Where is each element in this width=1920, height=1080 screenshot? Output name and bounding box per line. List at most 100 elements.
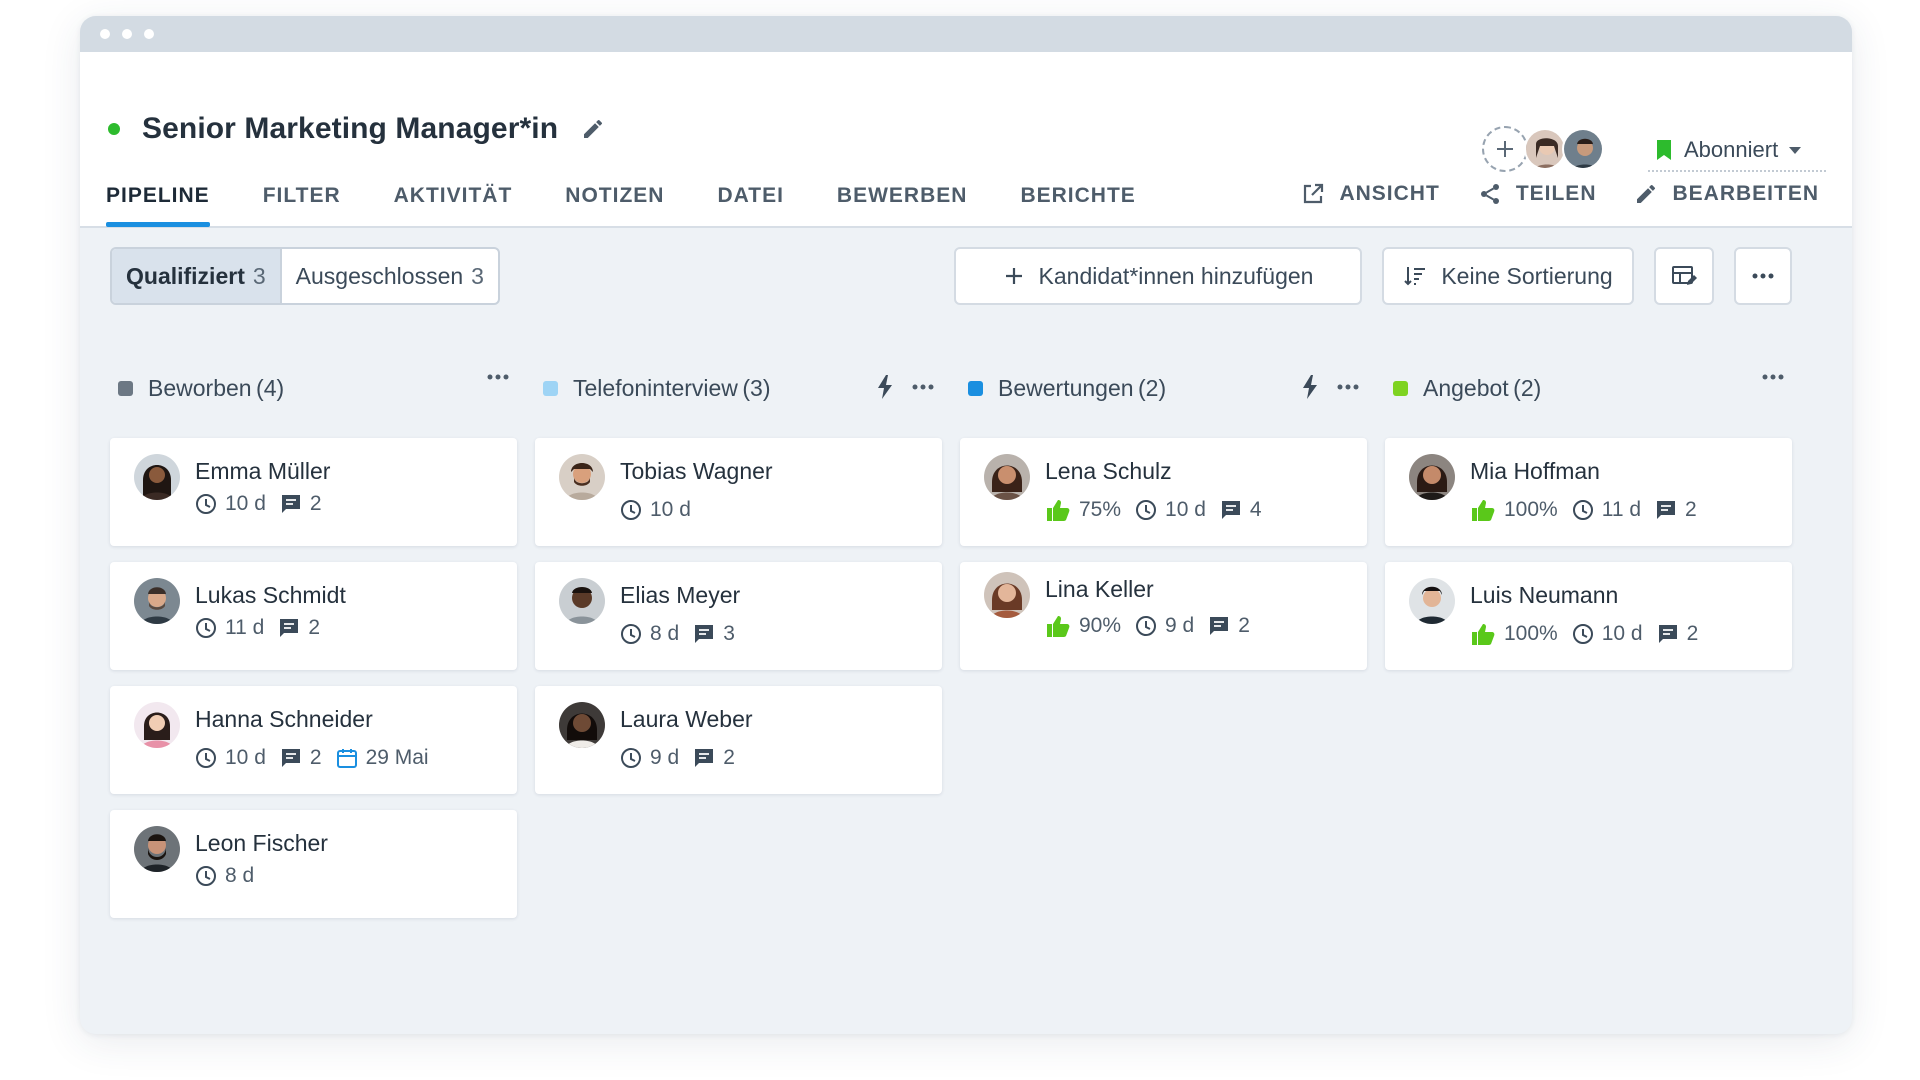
clock-icon <box>621 748 641 768</box>
comment-value: 2 <box>1686 622 1699 645</box>
plus-icon <box>1005 268 1022 284</box>
candidate-meta: 100% 11 d 2 <box>1470 498 1697 522</box>
candidate-name: Luis Neumann <box>1470 582 1619 608</box>
candidate-avatar <box>559 454 605 500</box>
candidate-meta: 10 d <box>620 498 691 522</box>
stage-header: Bewertungen (2) <box>960 366 1367 410</box>
tab-apply[interactable]: BEWERBEN <box>837 170 968 226</box>
tab-pipeline[interactable]: PIPELINE <box>106 170 210 227</box>
evaluation-score: 75% <box>1045 498 1121 522</box>
lightning-icon[interactable] <box>876 374 894 400</box>
time-in-stage: 11 d <box>195 616 264 640</box>
add-team-member-button[interactable] <box>1482 126 1528 172</box>
candidate-card[interactable]: Lina Keller 90% 9 d 2 <box>960 562 1367 670</box>
evaluation-score: 90% <box>1045 614 1121 638</box>
add-candidates-button[interactable]: Kandidat*innen hinzufügen <box>954 247 1362 305</box>
candidate-card[interactable]: Emma Müller 10 d 2 <box>110 438 517 546</box>
candidate-name: Lina Keller <box>1045 576 1154 602</box>
share-button[interactable]: TEILEN <box>1478 182 1597 206</box>
stage-color-swatch <box>543 380 558 396</box>
candidate-meta: 75% 10 d 4 <box>1045 498 1262 522</box>
qualification-toggle: Qualifiziert 3 Ausgeschlossen 3 <box>110 247 500 305</box>
candidate-meta: 10 d 2 29 Mai <box>195 746 429 770</box>
score-value: 100% <box>1504 622 1558 645</box>
stage-color-swatch <box>968 380 983 396</box>
edit-job-button[interactable]: BEARBEITEN <box>1634 182 1819 206</box>
external-link-icon <box>1304 183 1324 204</box>
candidate-card[interactable]: Luis Neumann 100% 10 d 2 <box>1385 562 1792 670</box>
team-member-avatar[interactable] <box>1524 128 1566 170</box>
stage-column-offer: Angebot (2) Mia Hoffman 100% 11 d 2 Luis… <box>1385 366 1792 934</box>
date-value: 29 Mai <box>365 746 429 769</box>
time-in-stage: 10 d <box>1572 622 1643 646</box>
tab-filter[interactable]: FILTER <box>263 170 341 226</box>
comment-icon <box>695 749 714 767</box>
time-in-stage: 10 d <box>1135 498 1206 522</box>
candidate-card[interactable]: Lena Schulz 75% 10 d 4 <box>960 438 1367 546</box>
scheduled-date: 29 Mai <box>336 746 429 770</box>
stage-actions <box>487 374 509 380</box>
comment-icon <box>1221 501 1240 519</box>
edit-title-pencil-icon[interactable] <box>578 114 608 144</box>
thumbs-up-green-icon <box>1472 500 1495 521</box>
stage-column-applied: Beworben (4) Emma Müller 10 d 2 Lukas Sc… <box>110 366 517 934</box>
comment-icon <box>281 495 300 513</box>
title-row: Senior Marketing Manager*in <box>108 112 608 146</box>
qualified-toggle[interactable]: Qualifiziert 3 <box>112 249 282 303</box>
table-view-button[interactable] <box>1654 247 1714 305</box>
comment-value: 2 <box>308 616 321 639</box>
candidate-name: Elias Meyer <box>620 582 741 608</box>
stage-title: Bewertungen <box>998 374 1134 401</box>
candidate-meta: 9 d 2 <box>620 746 735 770</box>
clock-icon <box>196 748 216 768</box>
candidate-avatar <box>134 454 180 500</box>
view-button[interactable]: ANSICHT <box>1301 182 1439 206</box>
pipeline-board: Beworben (4) Emma Müller 10 d 2 Lukas Sc… <box>110 366 1792 934</box>
thumbs-up-green-icon <box>1047 500 1070 521</box>
stage-header: Telefoninterview (3) <box>535 366 942 410</box>
stage-count: (2) <box>1138 374 1167 401</box>
stage-color-swatch <box>1393 380 1408 396</box>
candidate-meta: 100% 10 d 2 <box>1470 622 1698 646</box>
app-window: Senior Marketing Manager*in Abonniert PI… <box>80 16 1852 1034</box>
share-label: TEILEN <box>1515 182 1597 205</box>
job-tabs: PIPELINE FILTER AKTIVITÄT NOTIZEN DATEI … <box>106 170 1189 227</box>
candidate-card[interactable]: Mia Hoffman 100% 11 d 2 <box>1385 438 1792 546</box>
excluded-toggle[interactable]: Ausgeschlossen 3 <box>282 249 498 303</box>
candidate-card[interactable]: Laura Weber 9 d 2 <box>535 686 942 794</box>
tab-notes[interactable]: NOTIZEN <box>565 170 664 226</box>
stage-actions <box>1301 374 1359 400</box>
more-horizontal-icon[interactable] <box>912 384 934 390</box>
candidate-card[interactable]: Elias Meyer 8 d 3 <box>535 562 942 670</box>
candidate-meta: 8 d 3 <box>620 622 735 646</box>
more-options-button[interactable] <box>1734 247 1792 305</box>
candidate-avatar <box>134 702 180 748</box>
candidate-card[interactable]: Tobias Wagner 10 d <box>535 438 942 546</box>
tab-activity[interactable]: AKTIVITÄT <box>394 170 513 226</box>
clock-icon <box>196 866 216 886</box>
team-member-avatar[interactable] <box>1562 128 1604 170</box>
stage-header: Angebot (2) <box>1385 366 1792 410</box>
more-horizontal-icon[interactable] <box>1762 374 1784 380</box>
add-candidates-label: Kandidat*innen hinzufügen <box>1038 262 1314 289</box>
candidate-card[interactable]: Leon Fischer 8 d <box>110 810 517 918</box>
tab-reports[interactable]: BERICHTE <box>1020 170 1135 226</box>
more-horizontal-icon[interactable] <box>487 374 509 380</box>
subscribe-dropdown[interactable]: Abonniert <box>1648 130 1826 172</box>
candidate-avatar <box>559 702 605 748</box>
pencil-icon <box>1637 184 1656 203</box>
time-value: 9 d <box>1165 614 1195 637</box>
sort-button[interactable]: Keine Sortierung <box>1382 247 1634 305</box>
lightning-icon[interactable] <box>1301 374 1319 400</box>
header-actions: ANSICHT TEILEN BEARBEITEN <box>1301 182 1819 206</box>
candidate-name: Lukas Schmidt <box>195 582 346 608</box>
time-value: 9 d <box>650 746 680 769</box>
candidate-avatar <box>1409 578 1455 624</box>
candidate-card[interactable]: Hanna Schneider 10 d 2 29 Mai <box>110 686 517 794</box>
tab-file[interactable]: DATEI <box>717 170 783 226</box>
comment-count: 2 <box>1655 498 1697 522</box>
more-horizontal-icon[interactable] <box>1337 384 1359 390</box>
candidate-card[interactable]: Lukas Schmidt 11 d 2 <box>110 562 517 670</box>
candidate-name: Tobias Wagner <box>620 458 773 484</box>
time-value: 10 d <box>1601 622 1643 645</box>
